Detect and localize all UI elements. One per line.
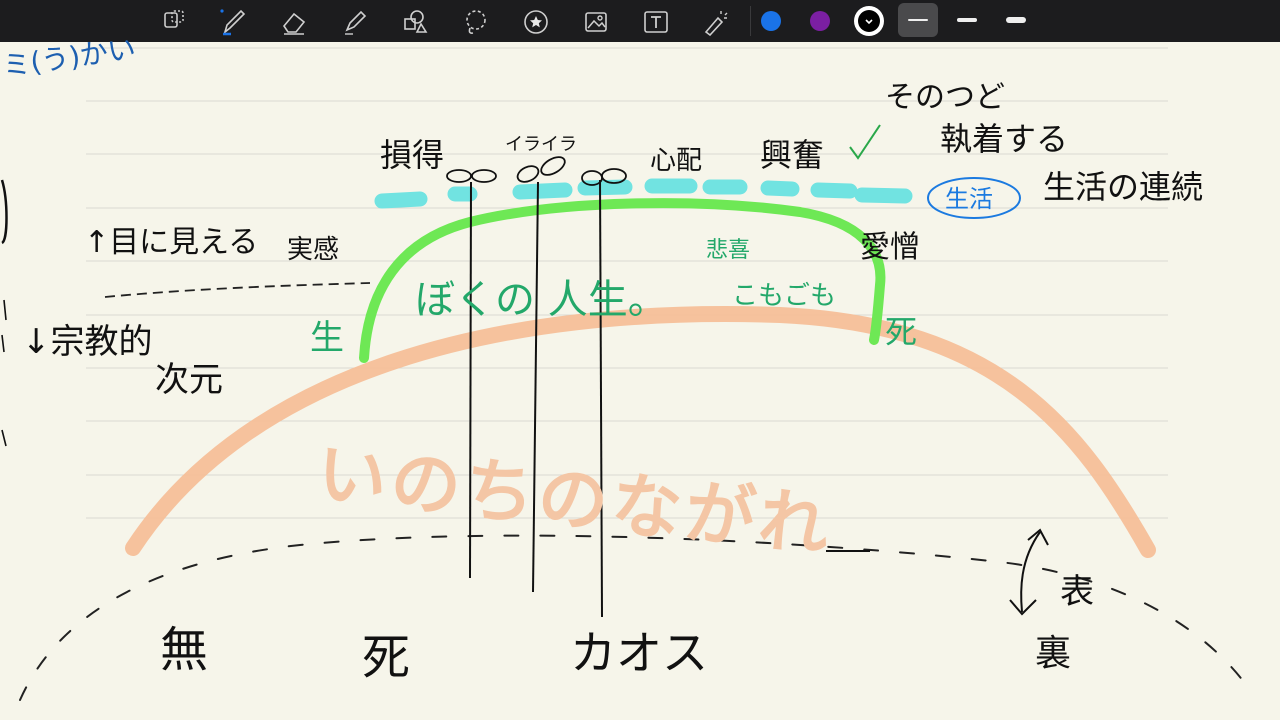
note-shuuchaku: 執着する <box>940 120 1069 158</box>
note-komogomo: こもごも <box>732 281 837 311</box>
toolbar <box>0 0 1280 42</box>
note-shi-bottom: 死 <box>362 630 411 686</box>
note-sei-left: 生 <box>310 318 344 358</box>
note-omote: 表 <box>1060 572 1094 612</box>
note-jikkan: 実感 <box>287 235 340 265</box>
note-jigen: 次元 <box>155 360 223 400</box>
lasso-icon[interactable] <box>455 3 493 37</box>
stroke-thick[interactable] <box>996 3 1036 37</box>
note-shuukyou: ↓宗教的 <box>22 322 153 362</box>
note-sontoku: 損得 <box>380 136 445 174</box>
note-seikatsu-circled: 生活 <box>945 185 993 213</box>
highlighter-icon[interactable] <box>334 3 372 37</box>
note-chaos: カオス <box>570 626 708 680</box>
note-shi-right: 死 <box>885 313 918 351</box>
note-shinpai: 心配 <box>650 146 703 176</box>
note-seikatsu-renzoku: 生活の連続 <box>1043 168 1204 206</box>
note-mieru: ↑目に見える <box>84 225 259 260</box>
color-swatch-black-selected[interactable] <box>854 6 884 36</box>
pen-icon[interactable] <box>212 3 250 37</box>
stroke-medium[interactable] <box>947 3 987 37</box>
eraser-icon[interactable] <box>273 3 311 37</box>
lasso-select-icon[interactable] <box>155 3 193 37</box>
image-icon[interactable] <box>575 3 613 37</box>
note-hiki: 悲喜 <box>706 238 751 263</box>
note-ura: 裏 <box>1035 633 1072 674</box>
note-boku-no-jinsei: ぼくの 人生。 <box>415 277 668 323</box>
note-aizou: 愛憎 <box>860 230 920 265</box>
color-swatch-blue[interactable] <box>756 6 786 36</box>
note-sonotsudo: そのつど <box>885 80 1005 115</box>
sticker-icon[interactable] <box>515 3 553 37</box>
note-iraira: イライラ <box>505 134 577 155</box>
shapes-icon[interactable] <box>394 3 432 37</box>
laser-pointer-icon[interactable] <box>694 3 732 37</box>
text-icon[interactable] <box>635 3 673 37</box>
color-swatch-purple[interactable] <box>805 6 835 36</box>
note-koufun: 興奮 <box>760 136 825 174</box>
chevron-down-icon <box>865 19 873 25</box>
stroke-thin-selected[interactable] <box>898 3 938 37</box>
toolbar-divider <box>750 6 751 36</box>
note-mu: 無 <box>160 622 209 678</box>
note-canvas[interactable]: ミ(う)かい そのつど 執着する 生活の連続 生活 損得 イライラ 心配 興奮 … <box>0 32 1280 720</box>
